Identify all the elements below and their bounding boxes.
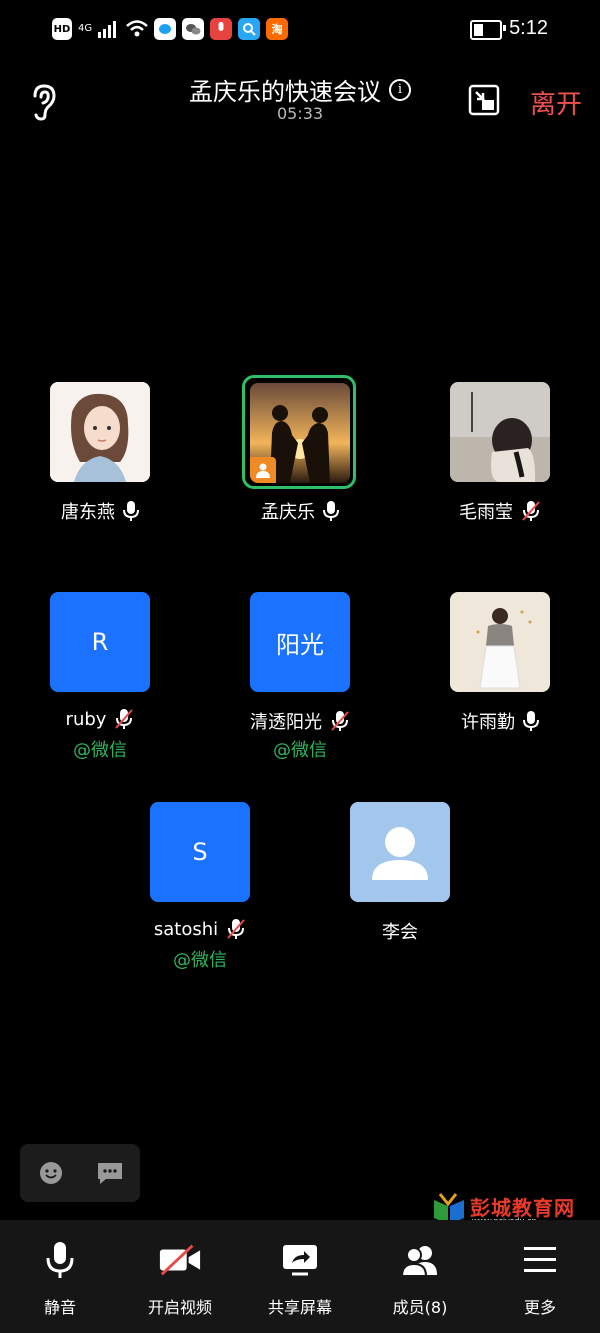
participant-name: 孟庆乐 bbox=[261, 502, 315, 523]
video-off-icon bbox=[159, 1244, 201, 1276]
avatar-photo bbox=[50, 382, 150, 482]
avatar-initials: S bbox=[192, 838, 208, 866]
participant-name-row: 孟庆乐 bbox=[200, 498, 400, 524]
participant-name-row: 毛雨莹 bbox=[400, 498, 600, 524]
taobao-icon: 淘 bbox=[266, 18, 289, 40]
reaction-panel bbox=[20, 1144, 140, 1202]
microphone-muted-icon[interactable] bbox=[330, 710, 350, 732]
more-label: 更多 bbox=[523, 1298, 556, 1317]
participant-name-row: 许雨勤 bbox=[400, 708, 600, 734]
meeting-title-text: 孟庆乐的快速会议 bbox=[189, 78, 381, 106]
status-bar: HD 4G 淘 5:12 bbox=[0, 0, 600, 60]
network-4g-icon: 4G bbox=[78, 23, 93, 34]
avatar-photo bbox=[450, 382, 550, 482]
participant-avatar[interactable]: 阳光 bbox=[250, 592, 350, 692]
participant-name-row: 李会 bbox=[300, 918, 500, 944]
participant-avatar[interactable] bbox=[450, 382, 550, 482]
participant-name-row: satoshi bbox=[100, 918, 300, 940]
qq-icon bbox=[154, 18, 177, 40]
status-time: 5:12 bbox=[509, 17, 548, 39]
microphone-muted-icon[interactable] bbox=[521, 500, 541, 522]
menu-icon bbox=[524, 1247, 556, 1272]
share-screen-icon bbox=[283, 1245, 317, 1276]
mute-button[interactable]: 静音 bbox=[0, 1220, 120, 1333]
participant-name: ruby bbox=[65, 708, 107, 730]
microphone-muted-icon[interactable] bbox=[114, 708, 134, 730]
meeting-timer: 05:33 bbox=[276, 104, 324, 123]
participant-name: satoshi bbox=[153, 918, 219, 940]
chat-icon[interactable] bbox=[96, 1160, 124, 1186]
microphone-muted-icon[interactable] bbox=[226, 918, 246, 940]
share-label: 共享屏幕 bbox=[267, 1298, 332, 1317]
avatar-photo bbox=[450, 592, 550, 692]
members-label: 成员(8) bbox=[392, 1298, 448, 1317]
minimize-window-icon[interactable] bbox=[468, 84, 500, 116]
avatar-initials: 阳光 bbox=[276, 630, 324, 659]
hd-icon: HD bbox=[52, 18, 72, 40]
microphone-icon[interactable] bbox=[523, 710, 539, 732]
participant-avatar[interactable] bbox=[50, 382, 150, 482]
participant-avatar[interactable]: R bbox=[50, 592, 150, 692]
more-button[interactable]: 更多 bbox=[480, 1220, 600, 1333]
participant-name-row: 唐东燕 bbox=[0, 498, 200, 524]
microphone-icon bbox=[46, 1242, 74, 1278]
participant-name: 李会 bbox=[382, 922, 418, 943]
meeting-title[interactable]: 孟庆乐的快速会议 i bbox=[0, 72, 600, 107]
host-badge bbox=[250, 457, 276, 483]
battery-icon bbox=[470, 20, 502, 40]
participant-source: @微信 bbox=[73, 740, 127, 761]
participant-avatar[interactable] bbox=[450, 592, 550, 692]
start-video-button[interactable]: 开启视频 bbox=[120, 1220, 240, 1333]
leave-button[interactable]: 离开 bbox=[530, 84, 582, 121]
emoji-icon[interactable] bbox=[38, 1160, 64, 1186]
share-screen-button[interactable]: 共享屏幕 bbox=[240, 1220, 360, 1333]
members-button[interactable]: 成员(8) bbox=[360, 1220, 480, 1333]
microphone-icon[interactable] bbox=[123, 500, 139, 522]
recorder-icon bbox=[210, 18, 233, 40]
signal-icon bbox=[98, 21, 117, 38]
participant-source: @微信 bbox=[273, 740, 327, 761]
microphone-icon[interactable] bbox=[323, 500, 339, 522]
default-avatar-icon bbox=[372, 827, 428, 880]
participant-name-row: 清透阳光 bbox=[200, 708, 400, 734]
host-icon bbox=[256, 463, 270, 478]
status-icons: HD 4G 淘 bbox=[52, 18, 289, 40]
bottom-toolbar: 静音 开启视频 共享屏幕 成员(8) 更多 bbox=[0, 1220, 600, 1333]
participant-name: 毛雨莹 bbox=[459, 502, 513, 523]
wifi-icon bbox=[126, 20, 148, 37]
battery-tip bbox=[503, 25, 506, 31]
mute-label: 静音 bbox=[43, 1298, 76, 1317]
participant-name: 清透阳光 bbox=[250, 712, 322, 733]
video-label: 开启视频 bbox=[147, 1298, 212, 1317]
participant-avatar[interactable]: S bbox=[150, 802, 250, 902]
avatar-initials: R bbox=[91, 628, 109, 656]
participant-name-row: ruby bbox=[0, 708, 200, 730]
info-icon[interactable]: i bbox=[389, 78, 411, 101]
participant-avatar[interactable] bbox=[350, 802, 450, 902]
wechat-icon bbox=[182, 18, 205, 40]
members-icon bbox=[400, 1246, 437, 1277]
participant-source: @微信 bbox=[173, 950, 227, 971]
search-app-icon bbox=[238, 18, 261, 40]
participant-name: 许雨勤 bbox=[461, 712, 515, 733]
participant-avatar[interactable] bbox=[250, 383, 350, 483]
participant-name: 唐东燕 bbox=[61, 502, 115, 523]
